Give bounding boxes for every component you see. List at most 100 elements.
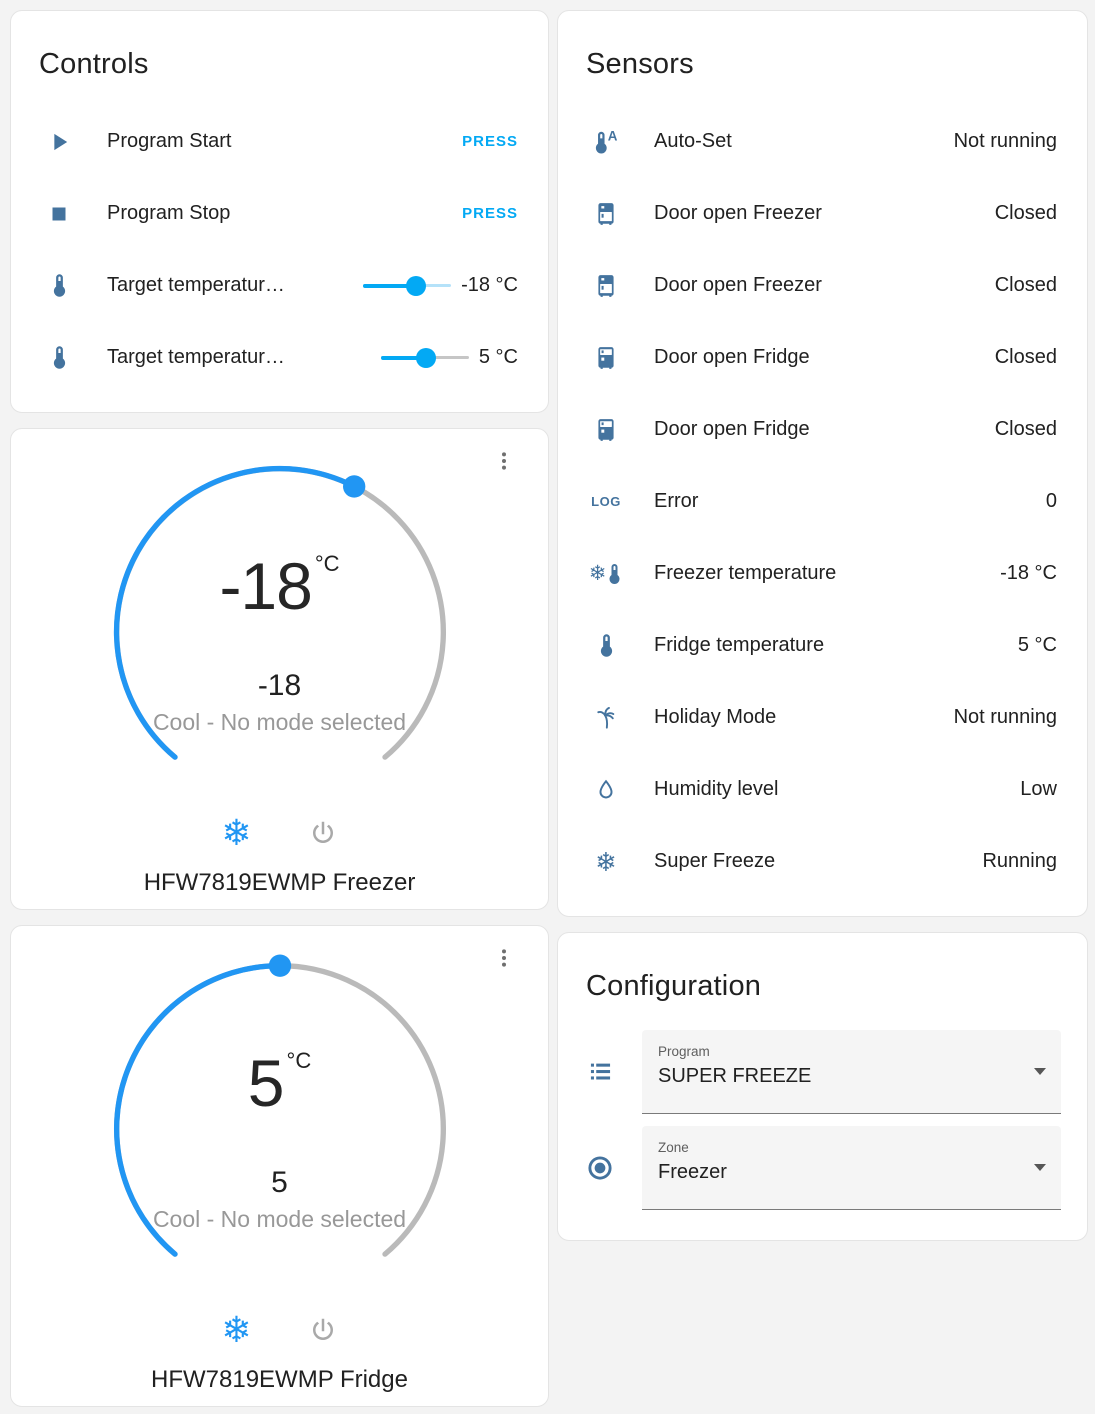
sensor-value: Not running [953, 706, 1057, 729]
sensor-row[interactable]: Door open Freezer Closed [558, 178, 1087, 250]
select-value: SUPER FREEZE [658, 1064, 812, 1087]
sensor-label: Door open Fridge [654, 418, 810, 441]
snowflake-icon: ❄ [221, 811, 252, 853]
temperature-unit: °C [286, 1047, 312, 1073]
sensors-rows: A Auto-Set Not running Door open Freezer… [558, 106, 1087, 916]
thermometer-auto-icon: A [595, 128, 618, 154]
play-icon [54, 133, 68, 150]
configuration-row: Zone Freezer [558, 1125, 1061, 1210]
thermostat-dial[interactable]: -18 °C -18 Cool - No mode selected [105, 457, 455, 807]
power-icon [312, 1318, 333, 1340]
sensor-label: Door open Freezer [654, 274, 822, 297]
sensor-value: Closed [994, 418, 1057, 441]
control-row: Program Start PRESS [11, 106, 548, 178]
chevron-down-icon [1034, 1163, 1046, 1171]
snowflake-icon: ❄ [221, 1308, 252, 1350]
sensor-row[interactable]: A Auto-Set Not running [558, 106, 1087, 178]
log-icon: LOG [591, 494, 621, 510]
press-button[interactable]: PRESS [456, 197, 524, 230]
temperature-slider[interactable] [380, 347, 469, 368]
sensor-row[interactable]: Holiday Mode Not running [558, 682, 1087, 754]
sensor-label: Holiday Mode [654, 706, 777, 729]
sensor-row[interactable]: Humidity level Low [558, 754, 1087, 826]
thermometer-icon [53, 274, 65, 298]
select-label: Zone [658, 1139, 689, 1155]
stop-icon [52, 207, 66, 221]
thermostat-card: 5 °C 5 Cool - No mode selected ❄ HFW7819E… [10, 924, 549, 1407]
mode-status: Cool - No mode selected [152, 1205, 407, 1232]
configuration-fields: Program SUPER FREEZE Zone Freezer [558, 1029, 1087, 1240]
mode-buttons: ❄ [215, 813, 343, 853]
mode-buttons: ❄ [215, 1310, 343, 1350]
dial-handle[interactable] [342, 475, 365, 498]
radiobox-icon [588, 1156, 612, 1180]
sensor-label: Super Freeze [654, 850, 776, 873]
sensor-label: Freezer temperature [654, 562, 837, 585]
power-off-button[interactable] [302, 816, 344, 850]
target-temperature: 5 °C [247, 1045, 312, 1120]
slider-knob[interactable] [415, 347, 436, 368]
snowflake-thermometer-icon: ❄ [589, 563, 624, 585]
control-row: Target temperatur… -18 °C [11, 250, 548, 322]
sensor-row[interactable]: Fridge temperature 5 °C [558, 610, 1087, 682]
sensor-label: Door open Freezer [654, 202, 822, 225]
zone-select[interactable]: Zone Freezer [642, 1125, 1061, 1210]
press-button[interactable]: PRESS [456, 125, 524, 158]
palm-tree-icon [596, 707, 614, 729]
sensor-value: 0 [1045, 490, 1057, 513]
sensor-row[interactable]: ❄ Freezer temperature -18 °C [558, 538, 1087, 610]
sensor-value: Closed [994, 202, 1057, 225]
sensor-label: Door open Fridge [654, 346, 810, 369]
thermostat-dial[interactable]: 5 °C 5 Cool - No mode selected [105, 954, 455, 1304]
slider-knob[interactable] [405, 275, 426, 296]
sensor-row[interactable]: Door open Fridge Closed [558, 322, 1087, 394]
dial-handle[interactable] [268, 954, 291, 977]
power-off-button[interactable] [302, 1313, 344, 1347]
current-temperature: 5 [271, 1165, 288, 1199]
power-icon [312, 821, 333, 843]
control-label: Program Stop [107, 202, 231, 225]
configuration-card-title: Configuration [586, 969, 762, 1002]
thermostat-card: -18 °C -18 Cool - No mode selected ❄ HFW7… [10, 427, 549, 910]
chevron-down-icon [1034, 1067, 1046, 1075]
svg-text:A: A [608, 128, 618, 143]
program-select[interactable]: Program SUPER FREEZE [642, 1029, 1061, 1114]
controls-card-title: Controls [39, 48, 149, 80]
control-label: Target temperatur… [107, 346, 285, 369]
cool-mode-button[interactable]: ❄ [215, 813, 257, 853]
sensor-value: Running [982, 850, 1057, 873]
control-value: 5 °C [478, 346, 518, 369]
sensors-card-title: Sensors [586, 48, 694, 80]
sensor-row[interactable]: ❄ Super Freeze Running [558, 826, 1087, 898]
thermometer-icon [53, 346, 65, 370]
list-icon [590, 1063, 610, 1080]
sensor-row[interactable]: LOG Error 0 [558, 466, 1087, 538]
more-menu-button[interactable] [490, 944, 518, 972]
controls-rows: Program Start PRESS Program Stop PRESS Tar… [11, 106, 548, 412]
target-temperature: -18 °C [219, 548, 340, 623]
temperature-unit: °C [314, 550, 340, 576]
cool-mode-button[interactable]: ❄ [215, 1310, 257, 1350]
more-menu-button[interactable] [490, 447, 518, 475]
sensor-row[interactable]: Door open Freezer Closed [558, 250, 1087, 322]
sensor-value: Low [1020, 778, 1057, 801]
control-label: Target temperatur… [107, 274, 285, 297]
sensor-label: Fridge temperature [654, 634, 825, 657]
sensor-value: Closed [994, 274, 1057, 297]
water-drop-icon [599, 779, 613, 799]
temperature-slider[interactable] [363, 275, 452, 296]
select-value: Freezer [658, 1160, 727, 1183]
sensor-label: Humidity level [654, 778, 779, 801]
current-temperature: -18 [257, 668, 302, 702]
configuration-row: Program SUPER FREEZE [558, 1029, 1061, 1114]
configuration-card: Configuration Program SUPER FREEZE Zone … [557, 931, 1088, 1241]
snowflake-icon: ❄ [595, 846, 617, 877]
control-row: Program Stop PRESS [11, 178, 548, 250]
mode-status: Cool - No mode selected [152, 708, 407, 735]
fridge-bottom-icon [598, 418, 614, 441]
fridge-top-icon [598, 274, 614, 297]
control-value: -18 °C [461, 274, 518, 297]
thermometer-icon [600, 634, 612, 658]
sensor-row[interactable]: Door open Fridge Closed [558, 394, 1087, 466]
control-label: Program Start [107, 130, 232, 153]
